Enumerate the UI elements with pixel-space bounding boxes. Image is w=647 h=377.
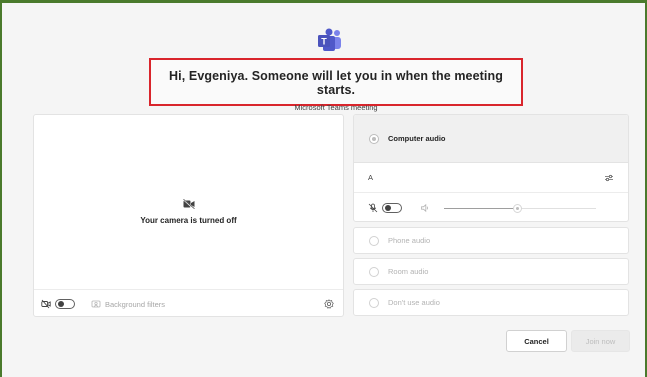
volume-slider-thumb[interactable]: [513, 204, 522, 213]
volume-track-empty: [518, 207, 596, 209]
audio-settings-icon[interactable]: [604, 173, 614, 183]
mic-volume-row: [354, 193, 628, 221]
join-now-button[interactable]: Join now: [571, 330, 630, 352]
mic-toggle[interactable]: [382, 203, 402, 213]
camera-preview: Your camera is turned off: [34, 115, 343, 289]
no-audio-option[interactable]: Don't use audio: [353, 289, 629, 316]
phone-audio-radio[interactable]: [369, 235, 379, 246]
background-filters-icon: [91, 300, 101, 308]
room-audio-radio[interactable]: [369, 266, 379, 277]
teams-logo-icon: T: [318, 28, 341, 51]
camera-controls-bar: Background filters: [34, 289, 343, 318]
phone-audio-option[interactable]: Phone audio: [353, 227, 629, 254]
computer-audio-option[interactable]: Computer audio: [354, 115, 628, 163]
camera-off-icon: [182, 199, 195, 209]
speaker-icon: [421, 203, 428, 213]
room-audio-label: Room audio: [388, 267, 429, 276]
cancel-button[interactable]: Cancel: [506, 330, 567, 352]
mic-off-icon: [368, 203, 378, 213]
svg-text:T: T: [321, 37, 327, 47]
speaker-volume-slider[interactable]: [444, 203, 596, 213]
background-filters-button[interactable]: Background filters: [105, 300, 165, 309]
no-audio-radio[interactable]: [369, 297, 379, 308]
audio-device-name: A: [368, 173, 374, 182]
room-audio-option[interactable]: Room audio: [353, 258, 629, 285]
camera-preview-panel: Your camera is turned off Background fil…: [33, 114, 344, 317]
mic-toggle-knob: [384, 205, 391, 211]
computer-audio-label: Computer audio: [388, 134, 446, 143]
no-audio-label: Don't use audio: [388, 298, 440, 307]
volume-track-filled: [444, 207, 518, 209]
camera-toggle[interactable]: [55, 299, 75, 309]
device-settings-icon[interactable]: [324, 299, 334, 309]
computer-audio-radio[interactable]: [369, 133, 379, 144]
meeting-type-label: Microsoft Teams meeting: [294, 103, 378, 112]
camera-toggle-knob: [57, 301, 64, 307]
audio-device-row[interactable]: A: [354, 163, 628, 193]
phone-audio-label: Phone audio: [388, 236, 431, 245]
lobby-greeting: Hi, Evgeniya. Someone will let you in wh…: [169, 69, 503, 97]
video-off-icon: [41, 299, 51, 309]
computer-audio-card: Computer audio A: [353, 114, 629, 222]
lobby-message-highlight: Hi, Evgeniya. Someone will let you in wh…: [149, 58, 523, 112]
camera-status-text: Your camera is turned off: [140, 216, 237, 225]
